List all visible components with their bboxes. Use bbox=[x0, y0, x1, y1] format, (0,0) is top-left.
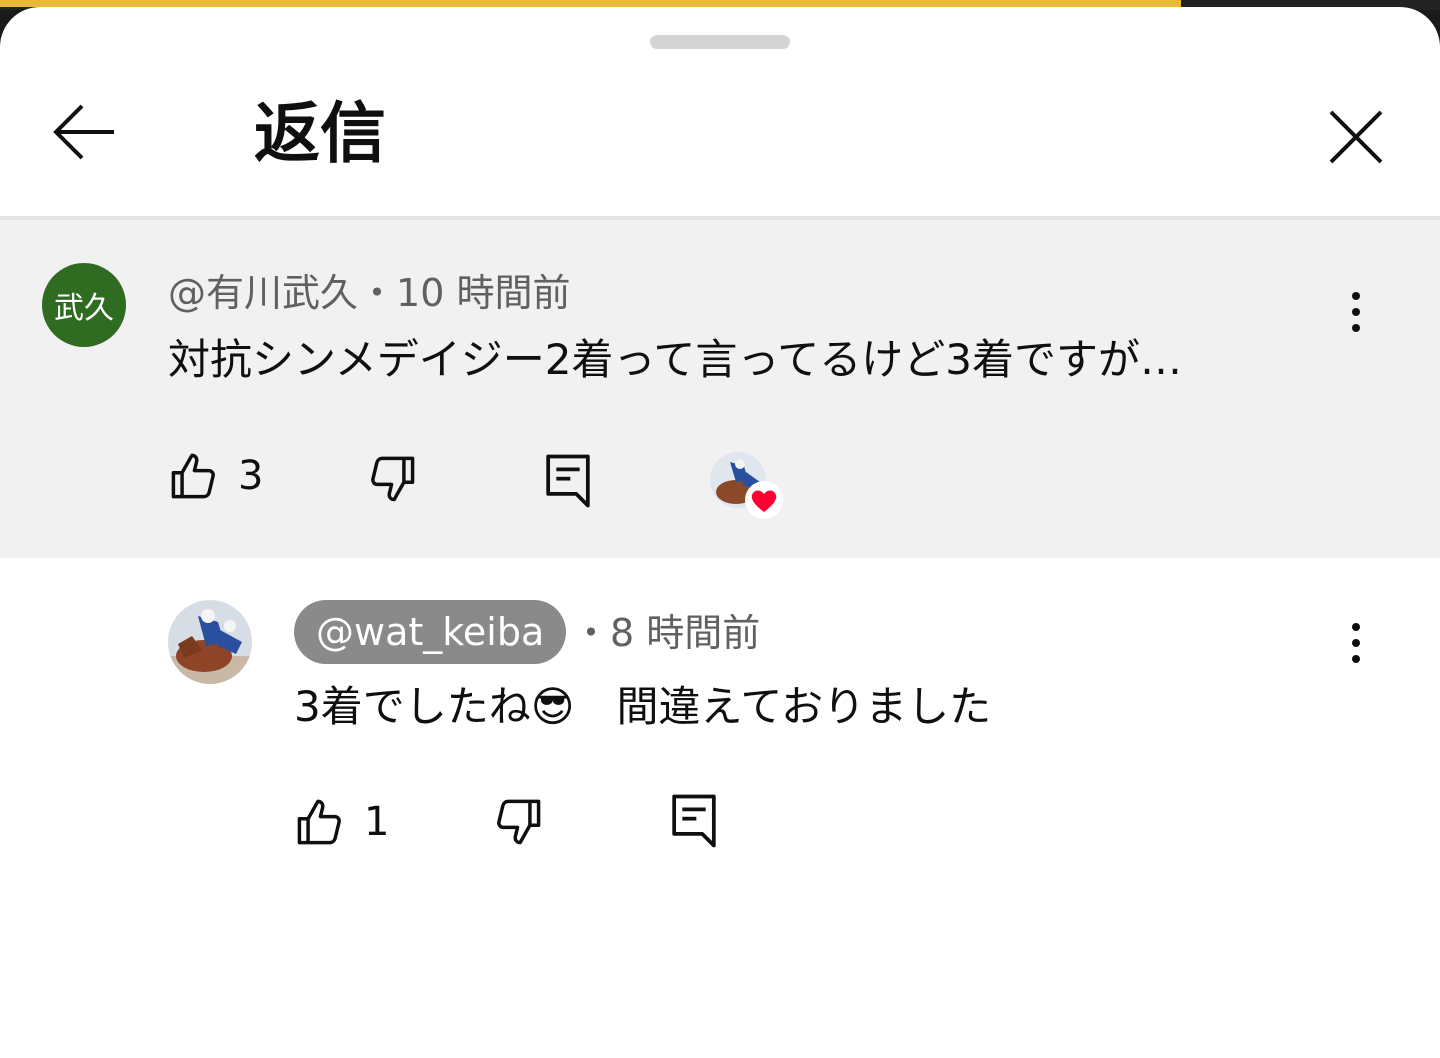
comment-icon bbox=[546, 454, 590, 508]
close-button[interactable] bbox=[1316, 97, 1396, 177]
comment-author[interactable]: @有川武久 bbox=[168, 271, 358, 315]
comment-meta: @有川武久・10 時間前 bbox=[168, 268, 570, 318]
reply-text: 3着でしたね😎 間違えておりました bbox=[294, 682, 992, 731]
heart-icon bbox=[745, 481, 783, 519]
reply-reply-button[interactable] bbox=[670, 793, 718, 849]
back-button[interactable] bbox=[40, 92, 130, 172]
reply-dislike-button[interactable] bbox=[492, 796, 544, 848]
arrow-left-icon bbox=[53, 104, 114, 160]
like-button[interactable]: 3 bbox=[168, 450, 263, 502]
dislike-button[interactable] bbox=[366, 453, 418, 505]
reply-like-count: 1 bbox=[364, 799, 390, 845]
more-options-button[interactable] bbox=[1336, 282, 1376, 342]
comment-text: 対抗シンメデイジー2着って言ってるけど3着ですが… bbox=[168, 335, 1182, 384]
reply-time: 8 時間前 bbox=[610, 611, 761, 655]
drag-handle[interactable] bbox=[650, 35, 790, 49]
reply-meta: ・8 時間前 bbox=[572, 608, 760, 658]
close-icon bbox=[1329, 110, 1383, 164]
reply-like-button[interactable]: 1 bbox=[294, 796, 389, 848]
reply-more-options-button[interactable] bbox=[1336, 613, 1376, 673]
sheet-header: 返信 bbox=[0, 67, 1440, 217]
parent-comment: 武久 @有川武久・10 時間前 対抗シンメデイジー2着って言ってるけど3着ですが… bbox=[0, 220, 1440, 558]
page-title: 返信 bbox=[254, 95, 386, 172]
horse-racing-avatar-icon bbox=[168, 600, 252, 684]
thumb-down-icon bbox=[371, 456, 415, 502]
meta-separator: ・ bbox=[572, 611, 611, 655]
reply-avatar[interactable] bbox=[168, 600, 252, 684]
comment-time: 10 時間前 bbox=[396, 271, 571, 315]
meta-separator: ・ bbox=[358, 271, 397, 315]
thumb-up-icon bbox=[297, 799, 341, 845]
replies-sheet: 返信 武久 @有川武久・10 時間前 対抗シンメデイジー2着って言ってるけど3着… bbox=[0, 7, 1440, 1058]
reply-button[interactable] bbox=[544, 453, 592, 509]
avatar[interactable]: 武久 bbox=[42, 263, 126, 347]
thumb-up-icon bbox=[171, 453, 215, 499]
thumb-down-icon bbox=[497, 799, 541, 845]
reply-author[interactable]: @wat_keiba bbox=[294, 600, 567, 664]
like-count: 3 bbox=[238, 453, 264, 499]
creator-heart bbox=[710, 452, 786, 522]
video-progress-bar[interactable] bbox=[0, 0, 1181, 7]
comment-icon bbox=[672, 794, 716, 848]
